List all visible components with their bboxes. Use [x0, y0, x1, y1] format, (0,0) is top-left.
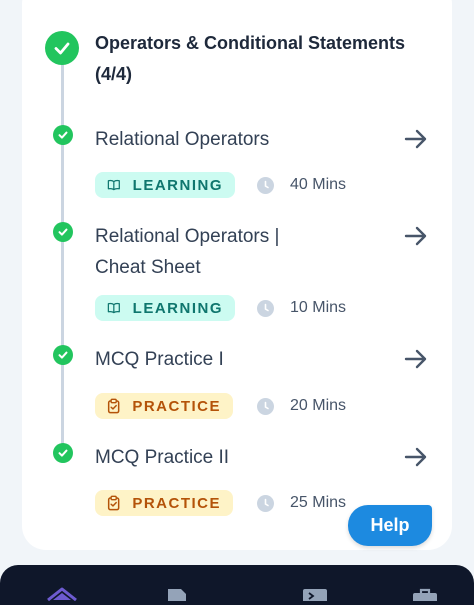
badge-label: PRACTICE: [132, 494, 221, 512]
duration-label: 40 Mins: [290, 176, 347, 193]
clock-icon: [257, 176, 274, 194]
item-title[interactable]: MCQ Practice I: [95, 344, 224, 375]
clock-icon: [257, 397, 274, 415]
book-icon: [107, 179, 120, 191]
practice-badge: PRACTICE: [95, 393, 233, 419]
arrow-right-icon[interactable]: [402, 345, 430, 373]
clipboard-check-icon: [107, 398, 120, 414]
badge-label: LEARNING: [132, 176, 223, 194]
badge-label: PRACTICE: [132, 397, 221, 415]
document-icon[interactable]: [166, 587, 188, 601]
item-title[interactable]: MCQ Practice II: [95, 442, 229, 473]
duration: 10 Mins: [257, 299, 346, 317]
item-complete-check-icon: [53, 222, 73, 242]
section-complete-check-icon: [45, 31, 79, 65]
help-button[interactable]: Help: [348, 505, 432, 546]
terminal-icon[interactable]: [302, 587, 328, 601]
home-icon[interactable]: [46, 587, 78, 601]
arrow-right-icon[interactable]: [402, 125, 430, 153]
practice-badge: PRACTICE: [95, 490, 233, 516]
item-complete-check-icon: [53, 125, 73, 145]
duration: 25 Mins: [257, 494, 346, 512]
clock-icon: [257, 494, 274, 512]
duration: 40 Mins: [257, 176, 346, 194]
briefcase-icon[interactable]: [412, 587, 438, 601]
duration-label: 10 Mins: [290, 299, 347, 316]
book-icon: [107, 302, 120, 314]
badge-label: LEARNING: [132, 299, 223, 317]
section-title: Operators & Conditional Statements (4/4): [95, 33, 406, 84]
item-title[interactable]: Relational Operators | Cheat Sheet: [95, 221, 315, 283]
duration-label: 25 Mins: [290, 494, 347, 511]
arrow-right-icon[interactable]: [402, 222, 430, 250]
clipboard-check-icon: [107, 495, 120, 511]
item-complete-check-icon: [53, 345, 73, 365]
clock-icon: [257, 299, 274, 317]
timeline-line: [61, 60, 64, 458]
duration: 20 Mins: [257, 397, 346, 415]
arrow-right-icon[interactable]: [402, 443, 430, 471]
duration-label: 20 Mins: [290, 397, 347, 414]
item-complete-check-icon: [53, 443, 73, 463]
learning-badge: LEARNING: [95, 295, 235, 321]
learning-badge: LEARNING: [95, 172, 235, 198]
bottom-navigation: [0, 565, 474, 605]
item-title[interactable]: Relational Operators: [95, 124, 269, 155]
